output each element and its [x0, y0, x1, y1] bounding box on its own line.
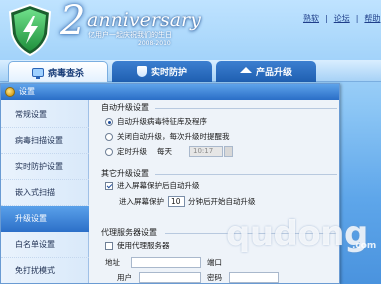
top-links: 熟软 | 论坛 | 帮助 [303, 13, 380, 25]
proxy-group-label: 代理服务器设置 [101, 228, 157, 237]
dialog-titlebar[interactable]: 设置 [1, 84, 339, 100]
anniversary-years: 2008-2010 [138, 40, 171, 47]
checkbox[interactable] [105, 182, 113, 190]
radio-button[interactable] [105, 148, 113, 156]
sidebar-item-general[interactable]: 常规设置 [1, 102, 89, 128]
schedule-label: 每天 [157, 147, 172, 156]
option-label: 进入屏幕保护后自动升级 [117, 181, 200, 190]
option-label: 定时升级 [117, 147, 147, 156]
site-watermark: qudong [226, 214, 368, 254]
tab-label: 产品升级 [255, 68, 292, 78]
address-label: 地址 [105, 258, 120, 267]
radio-button[interactable] [105, 118, 113, 126]
proxy-address-label: 地址 [105, 258, 120, 268]
shield-icon [136, 66, 147, 77]
top-link-2[interactable]: 帮助 [364, 13, 380, 25]
screensaver-delay-row: 进入屏幕保护 [119, 197, 164, 207]
checkbox-use-proxy[interactable]: 使用代理服务器 [105, 241, 170, 251]
proxy-user-label: 用户 [117, 273, 132, 283]
delay-prefix: 进入屏幕保护 [119, 197, 164, 206]
top-link-0[interactable]: 熟软 [303, 13, 319, 25]
anniversary-word: anniversary [87, 9, 201, 31]
option-label: 使用代理服务器 [117, 241, 170, 250]
proxy-port-label: 端口 [207, 258, 222, 268]
proxy-user-input[interactable] [139, 272, 201, 283]
sidebar-item-no-disturb[interactable]: 免打扰模式 [1, 258, 89, 283]
anniversary-slogan: 亿用户一起庆祝我们的生日 [88, 31, 172, 39]
sidebar-item-whitelist[interactable]: 白名单设置 [1, 232, 89, 258]
settings-content: 自动升级设置 自动升级病毒特征库及程序 关闭自动升级，每次升级时提醒我 定时升级… [93, 100, 339, 283]
settings-sidebar: 常规设置 病毒扫描设置 实时防护设置 嵌入式扫描 升级设置 白名单设置 免打扰模… [1, 100, 89, 283]
port-label: 端口 [207, 258, 222, 267]
option-label: 关闭自动升级，每次升级时提醒我 [117, 132, 230, 141]
radio-scheduled-upgrade[interactable]: 定时升级 每天 [105, 147, 172, 157]
auto-upgrade-group-label: 自动升级设置 [101, 103, 149, 112]
sidebar-item-embedded-scan[interactable]: 嵌入式扫描 [1, 180, 89, 206]
top-link-1[interactable]: 论坛 [334, 13, 350, 25]
group-divider [155, 108, 337, 109]
delay-suffix: 分钟后开始自动升级 [188, 197, 256, 206]
tab-virus-scan[interactable]: 病毒查杀 [8, 61, 108, 82]
banner: 2 anniversary 亿用户一起庆祝我们的生日 2008-2010 [0, 0, 381, 60]
other-upgrade-group-label: 其它升级设置 [101, 169, 149, 178]
schedule-time-field[interactable]: 10:17 [189, 146, 223, 157]
proxy-password-label: 密码 [207, 273, 222, 283]
option-label: 自动升级病毒特征库及程序 [117, 117, 207, 126]
radio-button[interactable] [105, 133, 113, 141]
checkbox[interactable] [105, 242, 113, 250]
dialog-title: 设置 [19, 87, 35, 96]
main-tab-bar: 病毒查杀 实时防护 产品升级 [0, 60, 381, 82]
site-watermark-suffix: .com [352, 241, 377, 251]
proxy-password-input[interactable] [229, 272, 279, 283]
house-icon [239, 66, 252, 73]
top-link-separator: | [355, 14, 359, 23]
tab-label: 实时防护 [150, 68, 187, 78]
sidebar-item-realtime[interactable]: 实时防护设置 [1, 154, 89, 180]
group-divider [155, 174, 337, 175]
radio-manual-upgrade[interactable]: 关闭自动升级，每次升级时提醒我 [105, 132, 230, 142]
tab-realtime-protection[interactable]: 实时防护 [112, 61, 212, 82]
proxy-address-input[interactable] [131, 257, 201, 268]
anniversary-number: 2 [60, 0, 86, 44]
tab-label: 病毒查杀 [47, 68, 84, 79]
monitor-icon [31, 67, 44, 79]
time-spinner[interactable] [224, 146, 233, 157]
delay-minutes-input[interactable]: 10 [168, 196, 185, 207]
sidebar-item-upgrade[interactable]: 升级设置 [1, 206, 89, 232]
password-label: 密码 [207, 273, 222, 282]
settings-gear-icon [5, 87, 15, 97]
user-label: 用户 [117, 273, 132, 282]
shield-logo-icon [8, 4, 52, 56]
sidebar-item-scan[interactable]: 病毒扫描设置 [1, 128, 89, 154]
delay-suffix-row: 分钟后开始自动升级 [188, 197, 256, 207]
tab-product-upgrade[interactable]: 产品升级 [216, 61, 316, 82]
radio-auto-upgrade[interactable]: 自动升级病毒特征库及程序 [105, 117, 207, 127]
checkbox-screensaver-upgrade[interactable]: 进入屏幕保护后自动升级 [105, 181, 200, 191]
top-link-separator: | [325, 14, 328, 23]
